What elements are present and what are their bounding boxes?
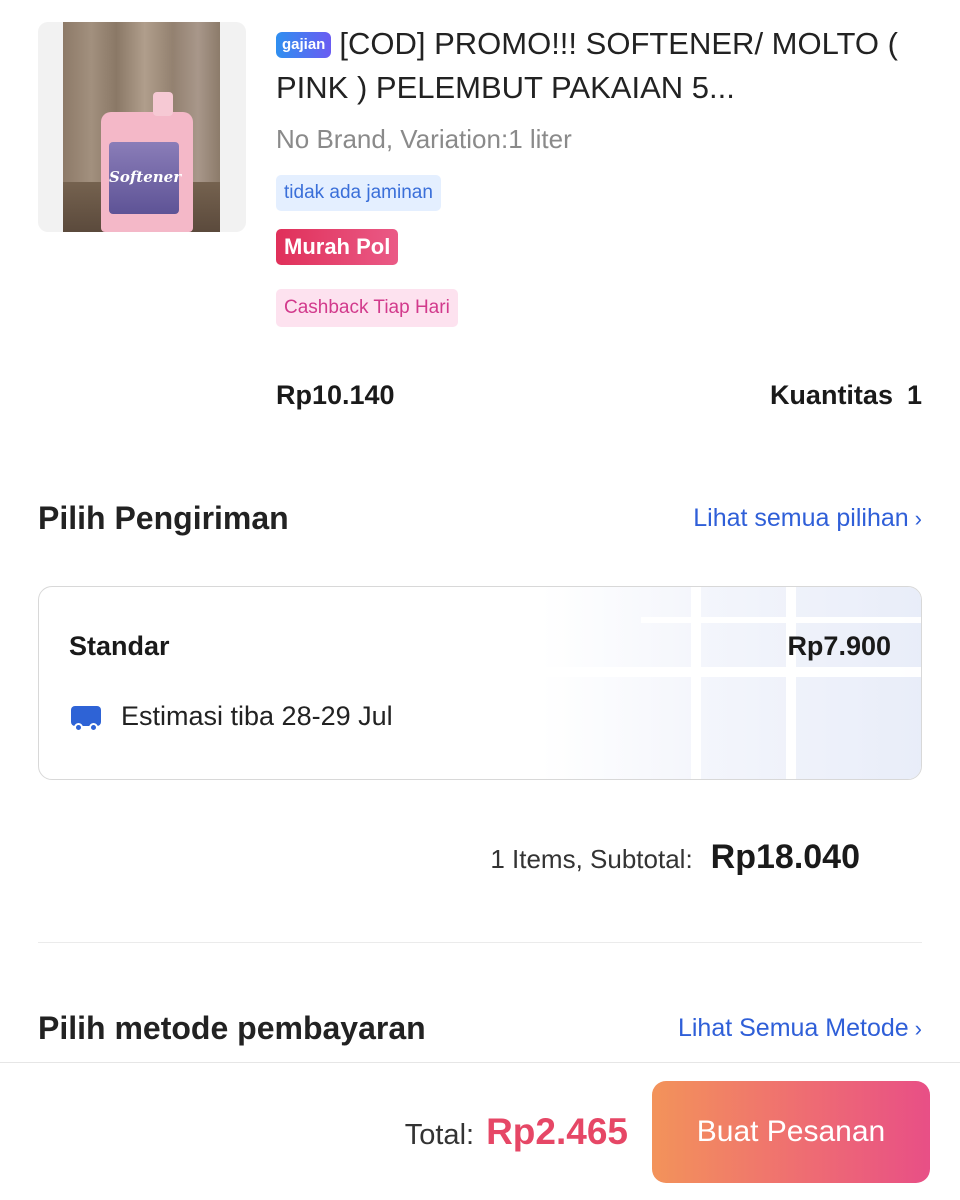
product-title: gajian [COD] PROMO!!! SOFTENER/ MOLTO ( P…: [276, 22, 922, 110]
shipping-option-name: Standar: [69, 631, 170, 661]
total-value: Rp2.465: [486, 1111, 628, 1152]
product-info: gajian [COD] PROMO!!! SOFTENER/ MOLTO ( P…: [276, 22, 922, 327]
see-all-payment-text: Lihat Semua Metode: [677, 1014, 909, 1042]
checkout-footer: Total: Rp2.465 Buat Pesanan: [0, 1062, 960, 1200]
delivery-estimate: Estimasi tiba 28-29 Jul: [69, 701, 393, 732]
subtotal-label: 1 Items, Subtotal:: [490, 844, 693, 874]
quantity: Kuantitas 1: [770, 380, 922, 411]
bottle-label-text: Softener: [109, 168, 182, 186]
product-image[interactable]: Softener: [38, 22, 246, 232]
softener-bottle-image: Softener: [101, 92, 193, 232]
shipping-title: Pilih Pengiriman: [38, 500, 289, 536]
product-variant: No Brand, Variation:1 liter: [276, 124, 572, 154]
chevron-right-icon: ›: [914, 1016, 922, 1041]
shipping-option-price: Rp7.900: [787, 631, 891, 661]
payment-header: Pilih metode pembayaran Lihat Semua Meto…: [38, 1010, 922, 1047]
see-all-shipping-link[interactable]: Lihat semua pilihan ›: [693, 504, 922, 533]
order-total: Total: Rp2.465: [405, 1111, 628, 1153]
product-item: Softener gajian [COD] PROMO!!! SOFTENER/ …: [38, 22, 922, 422]
cashback-tag: Cashback Tiap Hari: [276, 289, 458, 327]
shipping-option-card[interactable]: Standar Rp7.900 Estimasi tiba 28-29 Jul: [38, 586, 922, 780]
promo-tag: Murah Pol: [276, 229, 399, 265]
payment-title: Pilih metode pembayaran: [38, 1010, 426, 1046]
warranty-tag: tidak ada jaminan: [276, 175, 441, 211]
place-order-button[interactable]: Buat Pesanan: [652, 1081, 930, 1183]
product-title-text: [COD] PROMO!!! SOFTENER/ MOLTO ( PINK ) …: [276, 26, 898, 105]
section-divider: [38, 942, 922, 943]
see-all-shipping-text: Lihat semua pilihan: [693, 504, 909, 532]
see-all-payment-link[interactable]: Lihat Semua Metode ›: [678, 1014, 922, 1043]
quantity-value: 1: [906, 380, 922, 410]
quantity-label: Kuantitas: [769, 380, 893, 410]
total-label: Total:: [404, 1119, 475, 1151]
chevron-right-icon: ›: [914, 506, 922, 531]
product-price: Rp10.140: [276, 380, 395, 410]
shipping-header: Pilih Pengiriman Lihat semua pilihan ›: [38, 500, 922, 537]
delivery-estimate-text: Estimasi tiba 28-29 Jul: [121, 701, 393, 731]
subtotal: 1 Items, Subtotal: Rp18.040: [490, 838, 860, 877]
subtotal-value: Rp18.040: [710, 838, 860, 876]
delivery-truck-icon: [69, 702, 103, 732]
map-background: [541, 587, 921, 779]
gajian-badge: gajian: [276, 32, 332, 58]
